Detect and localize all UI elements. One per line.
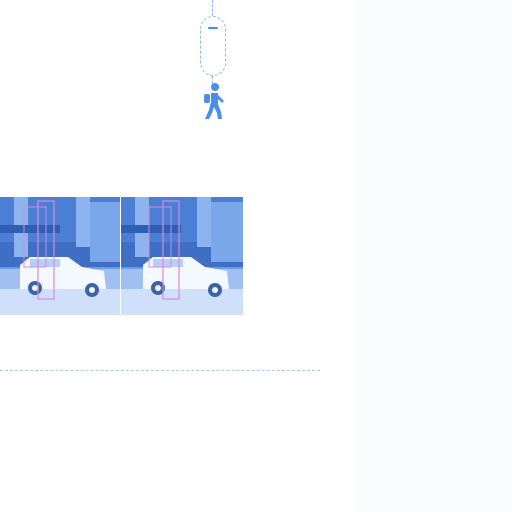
connector-top [212,0,213,16]
capsule-node-icon[interactable] [200,16,226,76]
street-frame-2[interactable] [121,197,243,315]
street-frame-1[interactable] [0,197,120,315]
minus-icon[interactable] [208,27,218,29]
side-panel [358,0,512,512]
canvas [0,0,512,512]
pedestrian-icon[interactable] [201,82,227,120]
connector-bottom [0,370,320,371]
